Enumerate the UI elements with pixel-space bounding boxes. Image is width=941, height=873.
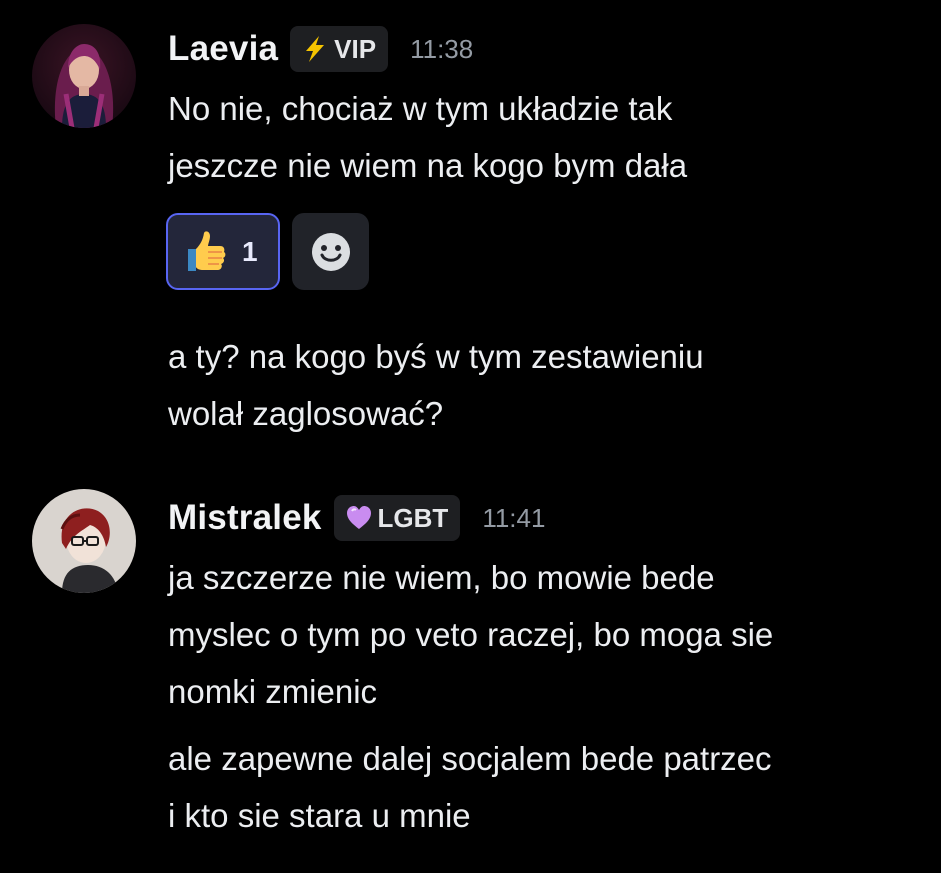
message-text-followup: a ty? na kogo byś w tym zestawieniu wola…: [168, 328, 928, 442]
role-tag[interactable]: LGBT: [333, 495, 461, 541]
role-tag-label: VIP: [334, 33, 377, 64]
message-line: ja szczerze nie wiem, bo mowie bede: [168, 559, 715, 596]
timestamp[interactable]: 11:38: [410, 34, 473, 65]
reaction-count: 1: [242, 235, 258, 267]
message-text: ja szczerze nie wiem, bo mowie bede mysl…: [168, 549, 928, 720]
purple-heart-icon: [346, 506, 371, 529]
lightning-icon: [306, 36, 325, 62]
message-line: nomki zmienic: [168, 673, 378, 710]
avatar-laevia[interactable]: [32, 24, 136, 128]
message-line: wolał zaglosować?: [168, 395, 444, 432]
username[interactable]: Mistralek: [168, 498, 322, 538]
chat-log: Laevia VIP 11:38 No nie, chociaż w tym u…: [0, 0, 941, 873]
avatar-mistralek[interactable]: [32, 489, 136, 593]
reaction-thumbs-up[interactable]: 1: [166, 213, 280, 290]
message-text-followup: ale zapewne dalej socjalem bede patrzec …: [168, 730, 928, 844]
message-text: No nie, chociaż w tym układzie tak jeszc…: [168, 80, 928, 194]
username[interactable]: Laevia: [168, 29, 278, 69]
message-line: i kto sie stara u mnie: [168, 797, 471, 834]
role-tag[interactable]: VIP: [290, 26, 389, 72]
smiley-add-reaction-icon: [311, 232, 350, 271]
user-avatar-icon: [32, 24, 136, 128]
add-reaction-button[interactable]: [292, 213, 369, 290]
role-tag-label: LGBT: [377, 502, 449, 533]
message-header-laevia: Laevia VIP 11:38: [168, 24, 473, 74]
user-avatar-icon: [32, 489, 136, 593]
message-line: No nie, chociaż w tym układzie tak: [168, 90, 673, 127]
message-line: a ty? na kogo byś w tym zestawieniu: [168, 338, 704, 375]
message-line: ale zapewne dalej socjalem bede patrzec: [168, 740, 772, 777]
thumbs-up-icon: [188, 230, 226, 271]
message-line: jeszcze nie wiem na kogo bym dała: [168, 147, 688, 184]
message-header-mistralek: Mistralek LGBT 11:41: [168, 493, 545, 543]
timestamp[interactable]: 11:41: [482, 503, 545, 534]
reactions-bar: 1: [166, 213, 369, 290]
message-line: myslec o tym po veto raczej, bo moga sie: [168, 616, 774, 653]
